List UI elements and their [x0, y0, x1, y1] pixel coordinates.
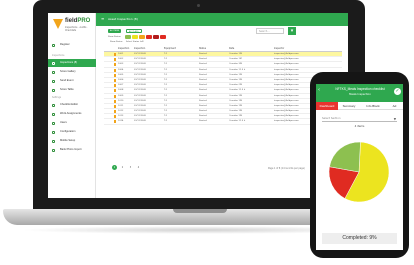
phone-tabs: Dashboard Summary Info Block Ad	[316, 102, 403, 110]
back-arrow-icon[interactable]: ‹	[318, 88, 320, 93]
lock-icon	[114, 99, 116, 103]
sidebar-heading-inspections: Inspections	[52, 54, 65, 57]
lock-icon	[114, 120, 116, 124]
status-chip-green[interactable]	[125, 35, 131, 39]
lock-icon	[114, 84, 116, 88]
pie-slice-na[interactable]	[329, 141, 361, 173]
logo-mark-icon	[53, 19, 63, 29]
app-logo[interactable]: fieldPRO Inspections · Audits · Checklis…	[53, 18, 93, 34]
page-info: Page 1 of 8 (14 records per page)	[268, 167, 305, 170]
lock-icon	[114, 94, 116, 98]
lock-icon	[114, 104, 116, 108]
tab-info-block[interactable]: Info Block	[360, 102, 386, 110]
sidebar-item-score-gallery[interactable]: Score Gallery	[48, 68, 96, 76]
sidebar-item-photo-import[interactable]: Bank Photo Import	[48, 146, 96, 154]
inspections-table: Inspection Inspection Equipment Status D…	[104, 47, 342, 125]
completed-badge: Completed: 9%	[322, 233, 397, 244]
checklist-title: NFTKS_Meals Inspection checklist	[335, 87, 385, 91]
camera	[197, 4, 200, 7]
sidebar-heading-settings: Settings	[52, 96, 61, 99]
col-inspector[interactable]: Inspector	[274, 47, 284, 50]
page-title: Asset Inspection (8)	[108, 17, 138, 21]
page-2[interactable]: 2	[120, 165, 125, 170]
lock-icon	[114, 73, 116, 77]
col-equipment[interactable]: Equipment	[164, 47, 176, 50]
lock-icon	[114, 68, 116, 72]
tab-dashboard[interactable]: Dashboard	[316, 102, 338, 110]
status-chip-darkred[interactable]	[153, 35, 159, 39]
sidebar-item-users[interactable]: Users	[48, 119, 96, 127]
users-icon	[52, 121, 55, 125]
inspection-icon	[52, 61, 55, 65]
pie-chart	[328, 141, 390, 203]
filter-icon[interactable]: ▾	[288, 27, 296, 35]
sidebar-item-work-assignments[interactable]: Work Assignments	[48, 110, 96, 118]
cell-inspector: inspector@fieldpro.com	[274, 120, 299, 123]
table-icon	[52, 88, 55, 92]
sidebar-item-score-table[interactable]: Score Table	[48, 86, 96, 94]
tab-ad[interactable]: Ad	[386, 102, 403, 110]
page-3[interactable]: 3	[128, 165, 133, 170]
phone-header: ‹ NFTKS_Meals Inspection checklist Meals…	[316, 84, 403, 102]
sidebar-item-register[interactable]: Register	[48, 41, 96, 49]
gear-icon	[52, 130, 55, 134]
lock-icon	[114, 53, 116, 56]
search-input[interactable]: Search...	[256, 28, 284, 34]
sidebar-item-configuration[interactable]: Configuration	[48, 128, 96, 136]
register-icon	[52, 43, 55, 47]
checklist-subtitle: Meals Inspection	[349, 93, 371, 96]
status-select[interactable]: Select Status (all)	[124, 40, 146, 44]
page-4[interactable]: 4	[136, 165, 141, 170]
menu-icon[interactable]: ≡	[101, 17, 104, 21]
status-chip-orange[interactable]	[139, 35, 145, 39]
filter-tab-all-class[interactable]: All CLASS	[126, 29, 142, 33]
tab-summary[interactable]: Summary	[338, 102, 360, 110]
laptop-notch	[173, 209, 227, 213]
checklist-icon	[52, 103, 55, 107]
brand-name: fieldPRO	[65, 18, 91, 24]
sidebar-item-mobile-setup[interactable]: Mobile Setup	[48, 137, 96, 145]
brand-tagline: Inspections · Audits · Checklists	[65, 26, 88, 32]
col-status[interactable]: Status	[199, 47, 206, 50]
checkmark-icon[interactable]: ✓	[394, 88, 401, 95]
lock-icon	[114, 63, 116, 67]
filter-tab-all-items[interactable]: All ITEMS	[108, 29, 122, 33]
sidebar-item-send-event[interactable]: Send Event	[48, 77, 96, 85]
lock-icon	[114, 58, 116, 62]
gallery-icon	[52, 70, 55, 74]
sidebar-item-checklist-editor[interactable]: Checklist Editor	[48, 101, 96, 109]
lock-icon	[114, 115, 116, 119]
laptop-screen: fieldPRO Inspections · Audits · Checklis…	[48, 13, 348, 198]
mobile-icon	[52, 139, 55, 143]
sidebar-item-inspections[interactable]: Inspections (8)	[48, 59, 96, 67]
page-1[interactable]: 1	[112, 165, 117, 170]
cell-date: 01/11/2020	[134, 120, 146, 123]
top-bar: ≡ Asset Inspection (8)	[96, 13, 348, 26]
status-prefix: Show Status:	[108, 36, 122, 38]
status-chip-yellow[interactable]	[132, 35, 138, 39]
cell-equipment: T-1	[164, 120, 168, 123]
col-date[interactable]: Date	[229, 47, 234, 50]
col-inspection[interactable]: Inspection	[118, 47, 129, 50]
table-row[interactable]: 1014 01/11/2020 T-1 Started Overdue 11.5 h in…	[104, 119, 342, 125]
cell-id: 1014	[118, 120, 124, 123]
status-chip-red[interactable]	[146, 35, 152, 39]
show-status-checkbox[interactable]: Show Status	[108, 40, 124, 44]
cell-due: Overdue 11.5 h	[229, 120, 246, 123]
chevron-down-icon: ▼	[393, 117, 396, 121]
send-icon	[52, 79, 55, 83]
sidebar: fieldPRO Inspections · Audits · Checklis…	[48, 13, 96, 198]
lock-icon	[114, 89, 116, 93]
lock-icon	[114, 78, 116, 82]
phone-screen: ‹ NFTKS_Meals Inspection checklist Meals…	[316, 84, 403, 250]
col-inspection-date[interactable]: Inspection	[134, 47, 145, 50]
status-chip-red-2[interactable]	[160, 35, 166, 39]
table-body: 1001 01/11/2020 T-1 Started Overdue 1W inspec…	[104, 52, 342, 125]
assignment-icon	[52, 112, 55, 116]
cell-status: Started	[199, 120, 207, 123]
photo-icon	[52, 148, 55, 152]
lock-icon	[114, 110, 116, 114]
section-select[interactable]: Select Section ▼	[322, 116, 397, 122]
